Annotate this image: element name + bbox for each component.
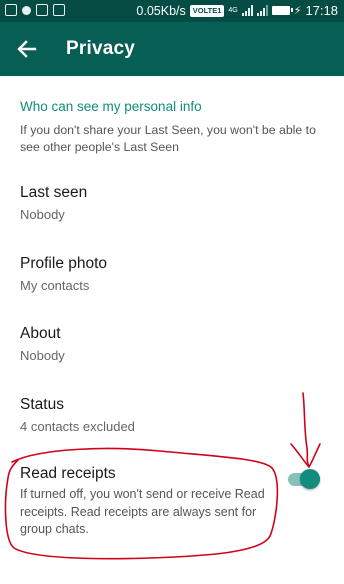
- read-receipts-description: If turned off, you won't send or receive…: [20, 487, 265, 536]
- notification-dot-icon: [22, 5, 31, 15]
- section-header: Who can see my personal info: [20, 99, 202, 114]
- toggle-thumb: [300, 469, 320, 489]
- status-indicators: 0.05Kb/s VOLTE1 4G ⚡ 17:18: [136, 3, 338, 18]
- setting-title: Last seen: [20, 184, 88, 201]
- signal-icon: [241, 5, 253, 16]
- app-bar: Privacy: [0, 22, 344, 76]
- setting-status[interactable]: Status 4 contacts excluded: [0, 396, 344, 456]
- arrow-left-icon[interactable]: [12, 34, 42, 64]
- image-icon: [53, 4, 65, 16]
- gallery-icon: [5, 4, 17, 16]
- setting-about[interactable]: About Nobody: [0, 325, 344, 385]
- signal-2-icon: [256, 5, 268, 16]
- network-speed: 0.05Kb/s: [136, 3, 186, 18]
- charging-icon: ⚡: [293, 5, 302, 17]
- notification-icons: [5, 4, 65, 16]
- setting-value: Nobody: [20, 348, 65, 363]
- setting-title: Profile photo: [20, 255, 108, 272]
- setting-value: 4 contacts excluded: [20, 419, 135, 434]
- battery-icon: [271, 6, 293, 15]
- status-bar: 0.05Kb/s VOLTE1 4G ⚡ 17:18: [0, 0, 344, 22]
- setting-value: My contacts: [20, 278, 90, 293]
- setting-title: Status: [20, 396, 64, 413]
- read-receipts-toggle[interactable]: [286, 468, 322, 490]
- network-type: 4G: [228, 7, 238, 14]
- setting-title: About: [20, 325, 61, 342]
- section-description: If you don't share your Last Seen, you w…: [20, 123, 316, 154]
- app-notification-icon: [36, 4, 48, 16]
- clock: 17:18: [305, 3, 338, 18]
- volte-badge: VOLTE1: [189, 4, 225, 17]
- page-title: Privacy: [66, 38, 136, 59]
- setting-value: Nobody: [20, 207, 65, 222]
- setting-last-seen[interactable]: Last seen Nobody: [0, 184, 344, 244]
- setting-profile-photo[interactable]: Profile photo My contacts: [0, 255, 344, 315]
- read-receipts-title: Read receipts: [20, 465, 116, 482]
